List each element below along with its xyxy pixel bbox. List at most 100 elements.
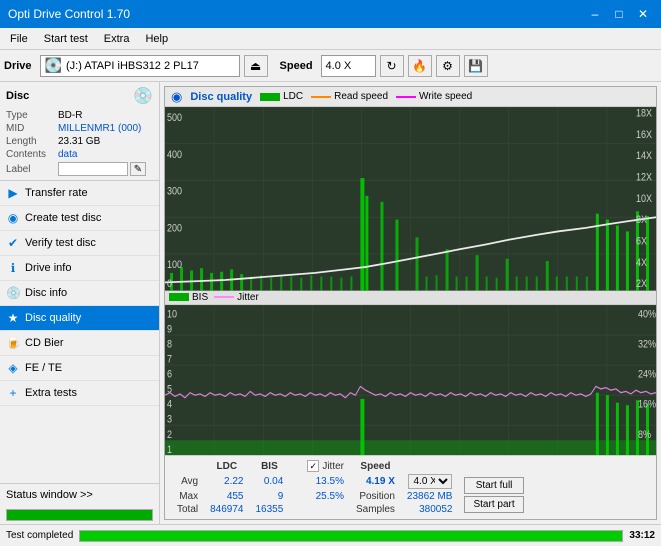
- create-test-disc-icon: ◉: [6, 211, 20, 225]
- sidebar-item-disc-info[interactable]: 💿 Disc info: [0, 281, 159, 306]
- sidebar-item-transfer-rate[interactable]: ▶ Transfer rate: [0, 181, 159, 206]
- ldc-color: [260, 93, 280, 101]
- jitter-color: [214, 296, 234, 298]
- eject-button[interactable]: ⏏: [244, 55, 268, 77]
- drive-name: (J:) ATAPI iHBS312 2 PL17: [66, 60, 199, 72]
- sidebar-progress-bar: [6, 509, 153, 521]
- speed-select[interactable]: 4.0 X: [321, 55, 376, 77]
- sidebar-item-label-drive-info: Drive info: [25, 262, 71, 274]
- sidebar-item-extra-tests[interactable]: + Extra tests: [0, 381, 159, 406]
- svg-text:8: 8: [167, 338, 172, 350]
- sidebar-item-label-fe-te: FE / TE: [25, 362, 62, 374]
- svg-text:32%: 32%: [638, 338, 656, 350]
- save-button[interactable]: 💾: [464, 55, 488, 77]
- menu-file[interactable]: File: [4, 31, 34, 47]
- sidebar-item-label-disc-quality: Disc quality: [25, 312, 81, 324]
- svg-text:6: 6: [167, 369, 172, 381]
- disc-label-input[interactable]: [58, 162, 128, 176]
- disc-type-value: BD-R: [58, 110, 82, 121]
- disc-length-label: Length: [6, 136, 58, 147]
- status-window-button[interactable]: Status window >>: [0, 484, 159, 506]
- samples-label: Samples: [350, 503, 401, 516]
- svg-text:12X: 12X: [636, 172, 652, 184]
- legend-write: Write speed: [396, 91, 472, 102]
- max-bis: 9: [250, 490, 290, 503]
- svg-text:16X: 16X: [636, 129, 652, 141]
- svg-text:400: 400: [167, 149, 182, 161]
- svg-text:3: 3: [167, 414, 172, 426]
- top-chart-svg: 500 400 300 200 100 0 18X 16X 14X 12X 10…: [165, 107, 656, 291]
- top-chart: 500 400 300 200 100 0 18X 16X 14X 12X 10…: [165, 107, 656, 291]
- menu-start-test[interactable]: Start test: [38, 31, 94, 47]
- svg-text:0: 0: [167, 279, 172, 291]
- sidebar-item-verify-test-disc[interactable]: ✔ Verify test disc: [0, 231, 159, 256]
- verify-test-disc-icon: ✔: [6, 236, 20, 250]
- samples-value: 380052: [401, 503, 459, 516]
- transfer-rate-icon: ▶: [6, 186, 20, 200]
- total-ldc: 846974: [204, 503, 249, 516]
- start-part-button[interactable]: Start part: [464, 496, 523, 513]
- bottom-status-bar: Test completed 33:12: [0, 524, 661, 546]
- bis-chart-header: BIS Jitter: [165, 291, 656, 305]
- sidebar-item-label-transfer-rate: Transfer rate: [25, 187, 88, 199]
- max-jitter: 25.5%: [301, 490, 350, 503]
- position-value: 23862 MB: [401, 490, 459, 503]
- chart-icon: ◉: [171, 89, 182, 105]
- sidebar-item-label-verify: Verify test disc: [25, 237, 96, 249]
- svg-text:10: 10: [167, 308, 177, 320]
- burn-button[interactable]: 🔥: [408, 55, 432, 77]
- settings-button[interactable]: ⚙: [436, 55, 460, 77]
- disc-contents-label: Contents: [6, 149, 58, 160]
- bottom-chart-svg: 10 9 8 7 6 5 4 3 2 1 40% 32% 24%: [165, 305, 656, 455]
- svg-text:5: 5: [167, 384, 172, 396]
- drive-label: Drive: [4, 60, 32, 72]
- chart-legend: LDC Read speed Write speed: [260, 91, 472, 102]
- avg-bis: 0.04: [250, 473, 290, 490]
- legend-write-label: Write speed: [419, 91, 472, 102]
- svg-text:200: 200: [167, 223, 182, 235]
- bottom-progress-fill: [80, 531, 622, 541]
- jitter-checkbox[interactable]: ✓: [307, 460, 319, 472]
- write-color: [396, 96, 416, 98]
- jitter-label: Jitter: [322, 461, 344, 472]
- sidebar-item-disc-quality[interactable]: ★ Disc quality: [0, 306, 159, 331]
- svg-text:1: 1: [167, 444, 172, 455]
- chart-container: ◉ Disc quality LDC Read speed Write spee…: [164, 86, 657, 520]
- refresh-button[interactable]: ↻: [380, 55, 404, 77]
- legend-ldc: LDC: [260, 91, 303, 102]
- drive-select[interactable]: 💽 (J:) ATAPI iHBS312 2 PL17: [40, 55, 240, 77]
- legend-jitter-label: Jitter: [237, 292, 259, 303]
- maximize-button[interactable]: □: [609, 4, 629, 24]
- disc-panel-icon: 💿: [133, 86, 153, 106]
- bottom-chart: 10 9 8 7 6 5 4 3 2 1 40% 32% 24%: [165, 305, 656, 455]
- menu-help[interactable]: Help: [139, 31, 174, 47]
- start-buttons: Start full Start part: [464, 477, 523, 513]
- sidebar-item-cd-bier[interactable]: 🍺 CD Bier: [0, 331, 159, 356]
- speed-current: 4.19 X: [350, 473, 401, 490]
- legend-read-label: Read speed: [334, 91, 388, 102]
- minimize-button[interactable]: –: [585, 4, 605, 24]
- sidebar-item-fe-te[interactable]: ◈ FE / TE: [0, 356, 159, 381]
- bottom-status-text: Test completed: [6, 530, 73, 541]
- menu-extra[interactable]: Extra: [98, 31, 136, 47]
- disc-quality-icon: ★: [6, 311, 20, 325]
- speed-target-select[interactable]: 4.0 X: [408, 474, 452, 489]
- content-area: ◉ Disc quality LDC Read speed Write spee…: [160, 82, 661, 524]
- sidebar: Disc 💿 Type BD-R MID MILLENMR1 (000) Len…: [0, 82, 160, 524]
- svg-text:18X: 18X: [636, 108, 652, 120]
- label-edit-button[interactable]: ✎: [130, 162, 146, 176]
- svg-text:300: 300: [167, 186, 182, 198]
- stats-area: LDC BIS ✓ Jitter Speed: [165, 455, 656, 519]
- sidebar-bottom: Status window >>: [0, 483, 159, 524]
- avg-ldc: 2.22: [204, 473, 249, 490]
- svg-text:6X: 6X: [636, 236, 647, 248]
- chart-title: Disc quality: [190, 91, 252, 103]
- close-button[interactable]: ✕: [633, 4, 653, 24]
- svg-text:4: 4: [167, 399, 172, 411]
- sidebar-item-create-test-disc[interactable]: ◉ Create test disc: [0, 206, 159, 231]
- start-full-button[interactable]: Start full: [464, 477, 523, 494]
- legend-bis-label: BIS: [192, 292, 208, 303]
- disc-mid-label: MID: [6, 123, 58, 134]
- sidebar-item-drive-info[interactable]: ℹ Drive info: [0, 256, 159, 281]
- svg-text:10X: 10X: [636, 193, 652, 205]
